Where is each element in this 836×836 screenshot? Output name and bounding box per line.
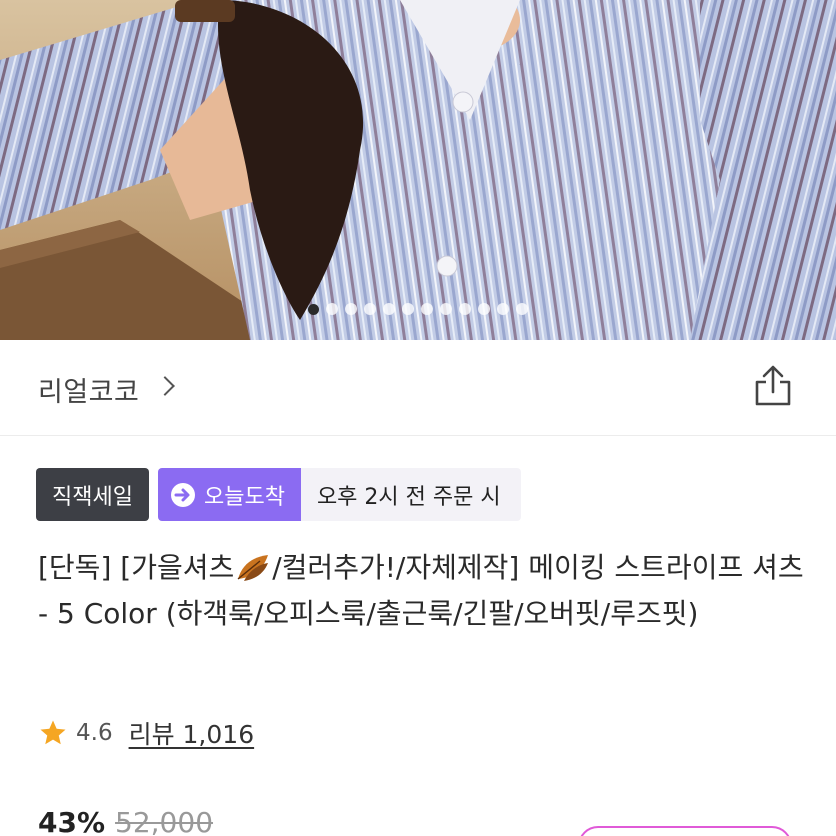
delivery-badge: 오늘도착 (157, 468, 301, 521)
delivery-badge-label: 오늘도착 (203, 484, 285, 510)
product-title-part1: [단독] [가을셔츠 (38, 551, 235, 584)
rating-score: 4.6 (76, 720, 113, 746)
share-button[interactable] (752, 364, 794, 408)
star-icon (40, 720, 66, 745)
arrow-circle-icon (170, 482, 195, 507)
price-row: 43% 52,000 (38, 806, 213, 836)
carousel-dot[interactable] (478, 303, 490, 315)
autumn-leaf-icon (237, 555, 269, 581)
carousel-dot[interactable] (459, 303, 471, 315)
sale-badge: 직잭세일 (36, 468, 149, 521)
carousel-dot[interactable] (497, 303, 509, 315)
carousel-dot[interactable] (364, 303, 376, 315)
original-price: 52,000 (115, 806, 214, 836)
store-row: 리얼코코 (0, 340, 836, 436)
carousel-dot[interactable] (383, 303, 395, 315)
delivery-note: 오후 2시 전 주문 시 (300, 468, 521, 521)
store-name-link[interactable]: 리얼코코 (38, 370, 139, 409)
product-image[interactable] (0, 0, 836, 340)
carousel-dot[interactable] (402, 303, 414, 315)
carousel-dot[interactable] (516, 303, 528, 315)
carousel-dot[interactable] (345, 303, 357, 315)
coupon-button[interactable] (578, 826, 792, 836)
carousel-dot[interactable] (308, 304, 319, 315)
carousel-dots (0, 303, 836, 315)
product-title: [단독] [가을셔츠 /컬러추가!/자체제작] 메이킹 스트라이프 셔츠 - 5… (38, 545, 808, 637)
product-photo (0, 0, 836, 340)
carousel-dot[interactable] (326, 303, 338, 315)
discount-rate: 43% (38, 806, 106, 836)
carousel-dot[interactable] (421, 303, 433, 315)
carousel-dot[interactable] (440, 303, 452, 315)
rating-row: 4.6 리뷰 1,016 (38, 715, 254, 751)
badge-row: 직잭세일 오늘도착 오후 2시 전 주문 시 (36, 468, 521, 521)
chevron-right-icon[interactable] (155, 376, 175, 396)
share-icon (755, 365, 791, 406)
review-count-link[interactable]: 리뷰 1,016 (129, 715, 255, 751)
